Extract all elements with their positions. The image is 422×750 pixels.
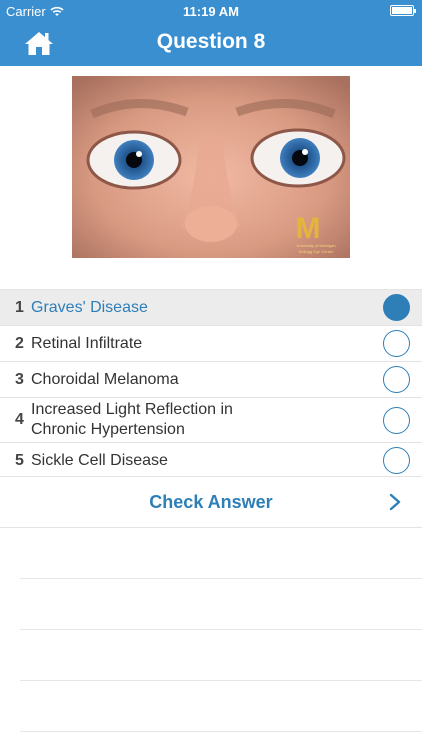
answer-label: Sickle Cell Disease (31, 451, 168, 469)
answer-number: 1 (15, 298, 24, 316)
answer-number: 3 (15, 370, 24, 388)
radio-unselected-icon[interactable] (383, 366, 410, 393)
answer-label: Graves' Disease (31, 298, 148, 316)
answer-label: Choroidal Melanoma (31, 370, 179, 388)
question-image: M University of Michigan Kellogg Eye Cen… (72, 76, 350, 258)
status-time: 11:19 AM (183, 4, 239, 19)
answer-label: Retinal Infiltrate (31, 334, 143, 352)
table-separator (20, 680, 422, 681)
answer-option-4[interactable]: 4 Increased Light Reflection in Chronic … (0, 397, 422, 442)
navigation-bar: Carrier 11:19 AM Question 8 (0, 0, 422, 66)
answer-option-1[interactable]: 1 Graves' Disease (0, 289, 422, 325)
check-answer-label: Check Answer (149, 492, 273, 512)
check-answer-button[interactable]: Check Answer (0, 476, 422, 528)
radio-unselected-icon[interactable] (383, 447, 410, 474)
answer-list: 1 Graves' Disease 2 Retinal Infiltrate 3… (0, 289, 422, 478)
radio-unselected-icon[interactable] (383, 406, 410, 434)
table-separator (20, 731, 422, 732)
answer-label: Increased Light Reflection in Chronic Hy… (31, 401, 233, 438)
svg-text:Kellogg Eye Center: Kellogg Eye Center (299, 249, 334, 254)
page-title: Question 8 (156, 30, 266, 53)
answer-number: 4 (15, 411, 24, 428)
answer-option-2[interactable]: 2 Retinal Infiltrate (0, 325, 422, 361)
status-bar: Carrier 11:19 AM (0, 0, 422, 22)
radio-selected-icon[interactable] (383, 294, 410, 321)
table-separator (20, 578, 422, 579)
answer-number: 2 (15, 334, 24, 352)
table-separator (20, 629, 422, 630)
answer-option-5[interactable]: 5 Sickle Cell Disease (0, 442, 422, 478)
radio-unselected-icon[interactable] (383, 330, 410, 357)
answer-option-3[interactable]: 3 Choroidal Melanoma (0, 361, 422, 397)
chevron-right-icon (389, 493, 401, 511)
svg-text:University of Michigan: University of Michigan (296, 243, 335, 248)
answer-number: 5 (15, 451, 24, 469)
battery-icon (390, 5, 416, 16)
svg-text:M: M (296, 212, 321, 245)
